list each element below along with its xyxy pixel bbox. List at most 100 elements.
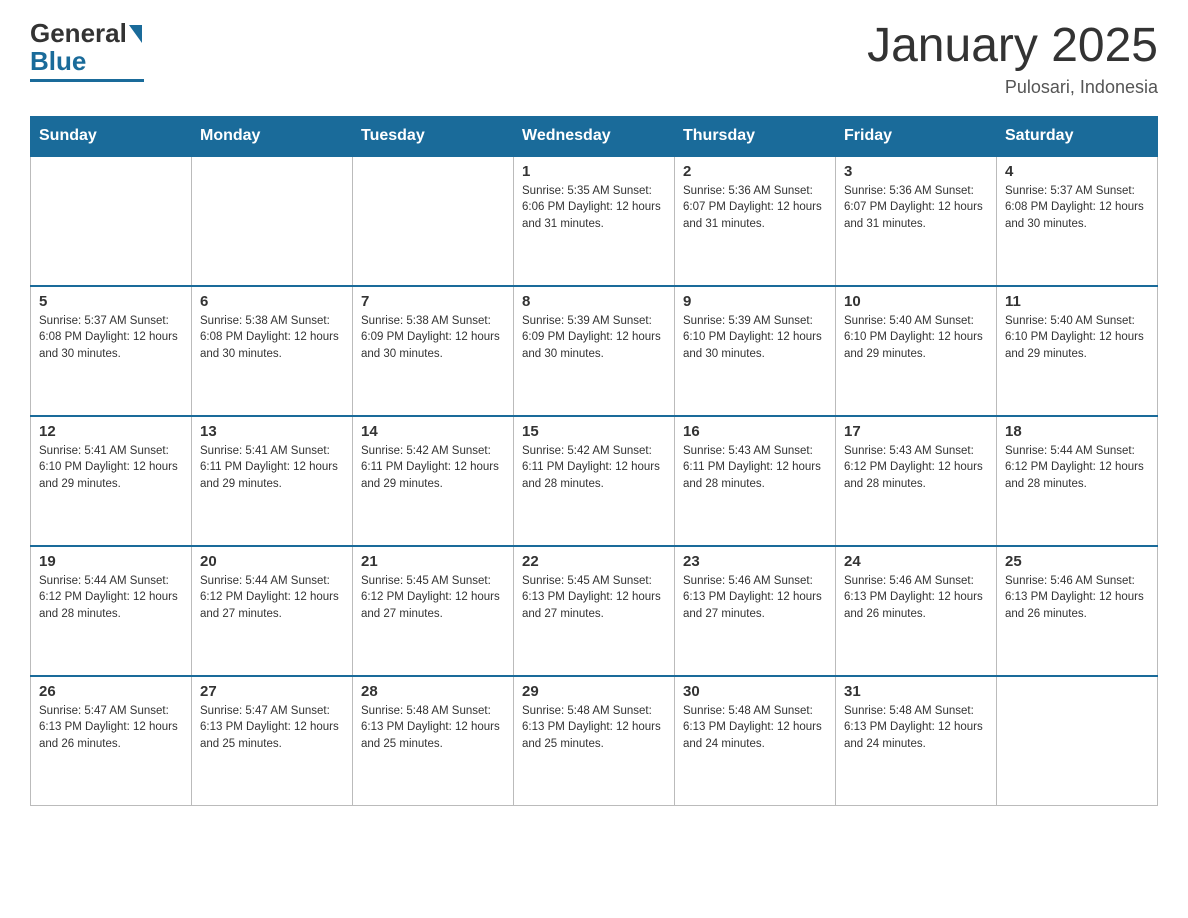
- day-info: Sunrise: 5:36 AM Sunset: 6:07 PM Dayligh…: [844, 183, 988, 233]
- day-info: Sunrise: 5:40 AM Sunset: 6:10 PM Dayligh…: [1005, 313, 1149, 363]
- day-info: Sunrise: 5:41 AM Sunset: 6:11 PM Dayligh…: [200, 443, 344, 493]
- logo-general-text: General: [30, 20, 127, 46]
- day-info: Sunrise: 5:38 AM Sunset: 6:09 PM Dayligh…: [361, 313, 505, 363]
- calendar-cell: 29 Sunrise: 5:48 AM Sunset: 6:13 PM Dayli…: [514, 676, 675, 806]
- day-number: 12: [39, 423, 183, 440]
- day-number: 5: [39, 293, 183, 310]
- day-info: Sunrise: 5:47 AM Sunset: 6:13 PM Dayligh…: [39, 703, 183, 753]
- calendar-header-tuesday: Tuesday: [353, 116, 514, 156]
- day-info: Sunrise: 5:44 AM Sunset: 6:12 PM Dayligh…: [39, 573, 183, 623]
- calendar-cell: 12 Sunrise: 5:41 AM Sunset: 6:10 PM Dayli…: [31, 416, 192, 546]
- day-info: Sunrise: 5:48 AM Sunset: 6:13 PM Dayligh…: [683, 703, 827, 753]
- day-info: Sunrise: 5:46 AM Sunset: 6:13 PM Dayligh…: [683, 573, 827, 623]
- calendar-cell: 9 Sunrise: 5:39 AM Sunset: 6:10 PM Daylig…: [675, 286, 836, 416]
- day-info: Sunrise: 5:46 AM Sunset: 6:13 PM Dayligh…: [844, 573, 988, 623]
- page-header: General Blue January 2025 Pulosari, Indo…: [30, 20, 1158, 98]
- calendar-header-sunday: Sunday: [31, 116, 192, 156]
- logo: General Blue: [30, 20, 144, 82]
- day-number: 9: [683, 293, 827, 310]
- location: Pulosari, Indonesia: [867, 77, 1158, 98]
- calendar-cell: 20Sunrise: 5:44 AM Sunset: 6:12 PM Dayli…: [192, 546, 353, 676]
- day-info: Sunrise: 5:39 AM Sunset: 6:10 PM Dayligh…: [683, 313, 827, 363]
- day-info: Sunrise: 5:45 AM Sunset: 6:13 PM Dayligh…: [522, 573, 666, 623]
- calendar-header-row: SundayMondayTuesdayWednesdayThursdayFrid…: [31, 116, 1158, 156]
- calendar-header-thursday: Thursday: [675, 116, 836, 156]
- calendar-cell: 4 Sunrise: 5:37 AM Sunset: 6:08 PM Daylig…: [997, 156, 1158, 286]
- calendar-cell: 16Sunrise: 5:43 AM Sunset: 6:11 PM Dayli…: [675, 416, 836, 546]
- day-number: 2: [683, 163, 827, 180]
- day-number: 25: [1005, 553, 1149, 570]
- day-number: 15: [522, 423, 666, 440]
- day-number: 29: [522, 683, 666, 700]
- calendar-cell: 13 Sunrise: 5:41 AM Sunset: 6:11 PM Dayli…: [192, 416, 353, 546]
- calendar-cell: [997, 676, 1158, 806]
- logo-triangle-icon: [129, 25, 142, 43]
- day-info: Sunrise: 5:39 AM Sunset: 6:09 PM Dayligh…: [522, 313, 666, 363]
- day-info: Sunrise: 5:37 AM Sunset: 6:08 PM Dayligh…: [1005, 183, 1149, 233]
- day-info: Sunrise: 5:35 AM Sunset: 6:06 PM Dayligh…: [522, 183, 666, 233]
- month-title: January 2025: [867, 20, 1158, 73]
- calendar-cell: 28Sunrise: 5:48 AM Sunset: 6:13 PM Dayli…: [353, 676, 514, 806]
- calendar-cell: 15Sunrise: 5:42 AM Sunset: 6:11 PM Dayli…: [514, 416, 675, 546]
- calendar-cell: 14 Sunrise: 5:42 AM Sunset: 6:11 PM Dayli…: [353, 416, 514, 546]
- day-info: Sunrise: 5:47 AM Sunset: 6:13 PM Dayligh…: [200, 703, 344, 753]
- calendar-cell: 31Sunrise: 5:48 AM Sunset: 6:13 PM Dayli…: [836, 676, 997, 806]
- day-number: 10: [844, 293, 988, 310]
- calendar-cell: 23 Sunrise: 5:46 AM Sunset: 6:13 PM Dayli…: [675, 546, 836, 676]
- day-number: 13: [200, 423, 344, 440]
- day-info: Sunrise: 5:46 AM Sunset: 6:13 PM Dayligh…: [1005, 573, 1149, 623]
- calendar-cell: [31, 156, 192, 286]
- calendar-cell: 7 Sunrise: 5:38 AM Sunset: 6:09 PM Daylig…: [353, 286, 514, 416]
- calendar-cell: 11Sunrise: 5:40 AM Sunset: 6:10 PM Dayli…: [997, 286, 1158, 416]
- calendar-cell: 24 Sunrise: 5:46 AM Sunset: 6:13 PM Dayli…: [836, 546, 997, 676]
- calendar-cell: 27 Sunrise: 5:47 AM Sunset: 6:13 PM Dayli…: [192, 676, 353, 806]
- calendar-cell: 22Sunrise: 5:45 AM Sunset: 6:13 PM Dayli…: [514, 546, 675, 676]
- day-info: Sunrise: 5:44 AM Sunset: 6:12 PM Dayligh…: [1005, 443, 1149, 493]
- calendar-cell: 18Sunrise: 5:44 AM Sunset: 6:12 PM Dayli…: [997, 416, 1158, 546]
- day-info: Sunrise: 5:48 AM Sunset: 6:13 PM Dayligh…: [361, 703, 505, 753]
- logo-underline: [30, 79, 144, 82]
- day-number: 7: [361, 293, 505, 310]
- calendar-header-friday: Friday: [836, 116, 997, 156]
- day-number: 23: [683, 553, 827, 570]
- day-number: 30: [683, 683, 827, 700]
- calendar-cell: 30 Sunrise: 5:48 AM Sunset: 6:13 PM Dayli…: [675, 676, 836, 806]
- calendar-header-monday: Monday: [192, 116, 353, 156]
- calendar-cell: 10 Sunrise: 5:40 AM Sunset: 6:10 PM Dayli…: [836, 286, 997, 416]
- calendar-cell: 25 Sunrise: 5:46 AM Sunset: 6:13 PM Dayli…: [997, 546, 1158, 676]
- calendar-cell: 8 Sunrise: 5:39 AM Sunset: 6:09 PM Daylig…: [514, 286, 675, 416]
- day-number: 8: [522, 293, 666, 310]
- day-info: Sunrise: 5:48 AM Sunset: 6:13 PM Dayligh…: [522, 703, 666, 753]
- day-number: 21: [361, 553, 505, 570]
- calendar-week-row: 12 Sunrise: 5:41 AM Sunset: 6:10 PM Dayli…: [31, 416, 1158, 546]
- calendar-header-wednesday: Wednesday: [514, 116, 675, 156]
- calendar-cell: 6Sunrise: 5:38 AM Sunset: 6:08 PM Daylig…: [192, 286, 353, 416]
- calendar-week-row: 1Sunrise: 5:35 AM Sunset: 6:06 PM Daylig…: [31, 156, 1158, 286]
- calendar-week-row: 26Sunrise: 5:47 AM Sunset: 6:13 PM Dayli…: [31, 676, 1158, 806]
- day-number: 27: [200, 683, 344, 700]
- calendar-week-row: 5 Sunrise: 5:37 AM Sunset: 6:08 PM Daylig…: [31, 286, 1158, 416]
- logo-blue-text: Blue: [30, 46, 86, 77]
- day-info: Sunrise: 5:45 AM Sunset: 6:12 PM Dayligh…: [361, 573, 505, 623]
- calendar-header-saturday: Saturday: [997, 116, 1158, 156]
- day-info: Sunrise: 5:37 AM Sunset: 6:08 PM Dayligh…: [39, 313, 183, 363]
- day-number: 17: [844, 423, 988, 440]
- day-number: 4: [1005, 163, 1149, 180]
- calendar-week-row: 19Sunrise: 5:44 AM Sunset: 6:12 PM Dayli…: [31, 546, 1158, 676]
- day-info: Sunrise: 5:43 AM Sunset: 6:11 PM Dayligh…: [683, 443, 827, 493]
- calendar-cell: 19Sunrise: 5:44 AM Sunset: 6:12 PM Dayli…: [31, 546, 192, 676]
- day-info: Sunrise: 5:43 AM Sunset: 6:12 PM Dayligh…: [844, 443, 988, 493]
- calendar-cell: [192, 156, 353, 286]
- calendar-cell: 1Sunrise: 5:35 AM Sunset: 6:06 PM Daylig…: [514, 156, 675, 286]
- day-number: 24: [844, 553, 988, 570]
- day-info: Sunrise: 5:41 AM Sunset: 6:10 PM Dayligh…: [39, 443, 183, 493]
- calendar-cell: [353, 156, 514, 286]
- day-info: Sunrise: 5:36 AM Sunset: 6:07 PM Dayligh…: [683, 183, 827, 233]
- day-number: 14: [361, 423, 505, 440]
- day-info: Sunrise: 5:40 AM Sunset: 6:10 PM Dayligh…: [844, 313, 988, 363]
- day-info: Sunrise: 5:42 AM Sunset: 6:11 PM Dayligh…: [361, 443, 505, 493]
- calendar-cell: 17 Sunrise: 5:43 AM Sunset: 6:12 PM Dayli…: [836, 416, 997, 546]
- day-info: Sunrise: 5:38 AM Sunset: 6:08 PM Dayligh…: [200, 313, 344, 363]
- day-number: 3: [844, 163, 988, 180]
- calendar-cell: 3 Sunrise: 5:36 AM Sunset: 6:07 PM Daylig…: [836, 156, 997, 286]
